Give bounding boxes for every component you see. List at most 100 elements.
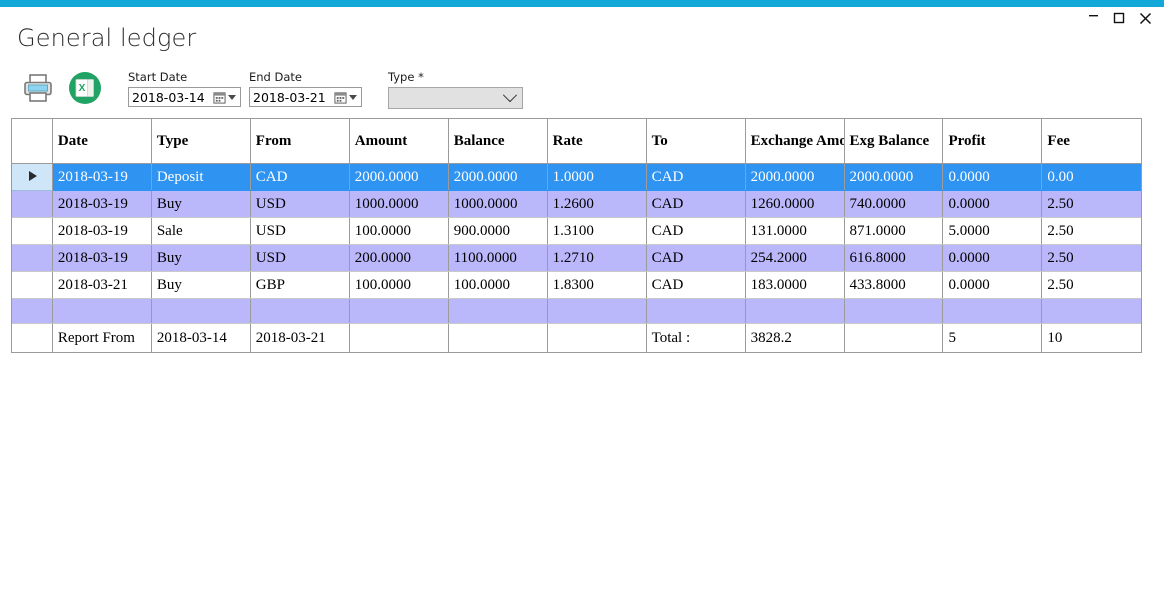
table-cell[interactable]: 2.50 (1042, 218, 1141, 245)
table-cell[interactable] (448, 299, 547, 324)
table-row[interactable]: 2018-03-19DepositCAD2000.00002000.00001.… (12, 164, 1141, 191)
table-cell[interactable]: 131.0000 (745, 218, 844, 245)
row-selector-cell[interactable] (12, 272, 52, 299)
table-cell[interactable] (646, 299, 745, 324)
table-cell[interactable]: 1000.0000 (448, 191, 547, 218)
table-cell[interactable]: 2000.0000 (448, 164, 547, 191)
table-cell[interactable]: 1.2710 (547, 245, 646, 272)
table-row[interactable]: 2018-03-19SaleUSD100.0000900.00001.3100C… (12, 218, 1141, 245)
print-button[interactable] (21, 72, 55, 104)
table-cell[interactable]: 1.3100 (547, 218, 646, 245)
table-cell[interactable]: 100.0000 (448, 272, 547, 299)
table-cell[interactable]: 740.0000 (844, 191, 943, 218)
table-cell[interactable]: 2018-03-21 (52, 272, 151, 299)
column-header-fee[interactable]: Fee (1042, 119, 1141, 164)
column-header-to[interactable]: To (646, 119, 745, 164)
table-cell[interactable] (547, 324, 646, 353)
table-cell[interactable] (52, 299, 151, 324)
table-cell[interactable]: Total : (646, 324, 745, 353)
table-cell[interactable]: 100.0000 (349, 272, 448, 299)
table-row[interactable]: 2018-03-19BuyUSD200.00001100.00001.2710C… (12, 245, 1141, 272)
table-cell[interactable]: 0.0000 (943, 191, 1042, 218)
table-cell[interactable]: Sale (151, 218, 250, 245)
column-header-exchange-amount[interactable]: Exchange Amount (745, 119, 844, 164)
column-header-amount[interactable]: Amount (349, 119, 448, 164)
end-date-input[interactable]: 2018-03-21 (249, 87, 362, 107)
start-date-dropdown-arrow-icon[interactable] (228, 95, 236, 100)
table-cell[interactable] (448, 324, 547, 353)
table-cell[interactable]: 1.8300 (547, 272, 646, 299)
table-cell[interactable]: USD (250, 218, 349, 245)
column-header-rate[interactable]: Rate (547, 119, 646, 164)
table-cell[interactable]: 0.00 (1042, 164, 1141, 191)
column-header-from[interactable]: From (250, 119, 349, 164)
table-cell[interactable]: 5.0000 (943, 218, 1042, 245)
row-selector-cell[interactable] (12, 299, 52, 324)
table-cell[interactable]: 1100.0000 (448, 245, 547, 272)
table-cell[interactable]: 183.0000 (745, 272, 844, 299)
table-cell[interactable]: USD (250, 191, 349, 218)
table-cell[interactable]: 433.8000 (844, 272, 943, 299)
table-row[interactable]: 2018-03-21BuyGBP100.0000100.00001.8300CA… (12, 272, 1141, 299)
table-cell[interactable]: Deposit (151, 164, 250, 191)
end-date-dropdown-arrow-icon[interactable] (349, 95, 357, 100)
table-cell[interactable]: 2018-03-19 (52, 164, 151, 191)
table-cell[interactable]: 2018-03-14 (151, 324, 250, 353)
table-cell[interactable]: Buy (151, 245, 250, 272)
table-cell[interactable]: Report From (52, 324, 151, 353)
table-cell[interactable]: 3828.2 (745, 324, 844, 353)
table-cell[interactable]: 871.0000 (844, 218, 943, 245)
table-cell[interactable]: 2018-03-19 (52, 245, 151, 272)
table-cell[interactable] (250, 299, 349, 324)
table-cell[interactable] (547, 299, 646, 324)
table-cell[interactable]: CAD (646, 272, 745, 299)
row-selector-cell[interactable] (12, 191, 52, 218)
table-cell[interactable]: CAD (250, 164, 349, 191)
table-cell[interactable]: 2000.0000 (844, 164, 943, 191)
column-header-balance[interactable]: Balance (448, 119, 547, 164)
table-cell[interactable]: CAD (646, 218, 745, 245)
table-cell[interactable]: 0.0000 (943, 164, 1042, 191)
chevron-down-icon[interactable] (503, 88, 517, 102)
table-cell[interactable]: GBP (250, 272, 349, 299)
table-cell[interactable]: CAD (646, 164, 745, 191)
table-cell[interactable]: 0.0000 (943, 245, 1042, 272)
table-cell[interactable] (349, 299, 448, 324)
maximize-icon[interactable] (1106, 7, 1132, 29)
table-cell[interactable]: 2018-03-19 (52, 218, 151, 245)
table-cell[interactable] (844, 324, 943, 353)
excel-export-button[interactable]: X (68, 71, 102, 105)
table-cell[interactable] (844, 299, 943, 324)
table-cell[interactable]: 1.0000 (547, 164, 646, 191)
table-cell[interactable]: CAD (646, 191, 745, 218)
table-cell[interactable]: 254.2000 (745, 245, 844, 272)
table-cell[interactable]: 1260.0000 (745, 191, 844, 218)
table-cell[interactable]: 2018-03-21 (250, 324, 349, 353)
column-header-exg-balance[interactable]: Exg Balance (844, 119, 943, 164)
table-cell[interactable]: CAD (646, 245, 745, 272)
row-selector-cell[interactable] (12, 324, 52, 353)
table-cell[interactable]: USD (250, 245, 349, 272)
table-cell[interactable] (151, 299, 250, 324)
table-cell[interactable]: 5 (943, 324, 1042, 353)
table-cell[interactable]: 1000.0000 (349, 191, 448, 218)
table-cell[interactable]: 1.2600 (547, 191, 646, 218)
table-cell[interactable]: 2.50 (1042, 245, 1141, 272)
table-cell[interactable] (943, 299, 1042, 324)
column-header-profit[interactable]: Profit (943, 119, 1042, 164)
row-selector-cell[interactable] (12, 245, 52, 272)
table-row[interactable]: Report From2018-03-142018-03-21 Total :38… (12, 324, 1141, 353)
table-cell[interactable]: Buy (151, 191, 250, 218)
table-cell[interactable]: 2000.0000 (349, 164, 448, 191)
table-cell[interactable]: 100.0000 (349, 218, 448, 245)
table-cell[interactable] (1042, 299, 1141, 324)
table-row[interactable]: 2018-03-19BuyUSD1000.00001000.00001.2600… (12, 191, 1141, 218)
table-cell[interactable] (745, 299, 844, 324)
table-cell[interactable]: 0.0000 (943, 272, 1042, 299)
table-cell[interactable]: Buy (151, 272, 250, 299)
table-row[interactable] (12, 299, 1141, 324)
table-cell[interactable]: 2000.0000 (745, 164, 844, 191)
column-header-type[interactable]: Type (151, 119, 250, 164)
table-cell[interactable]: 2.50 (1042, 191, 1141, 218)
row-selector-cell[interactable] (12, 218, 52, 245)
